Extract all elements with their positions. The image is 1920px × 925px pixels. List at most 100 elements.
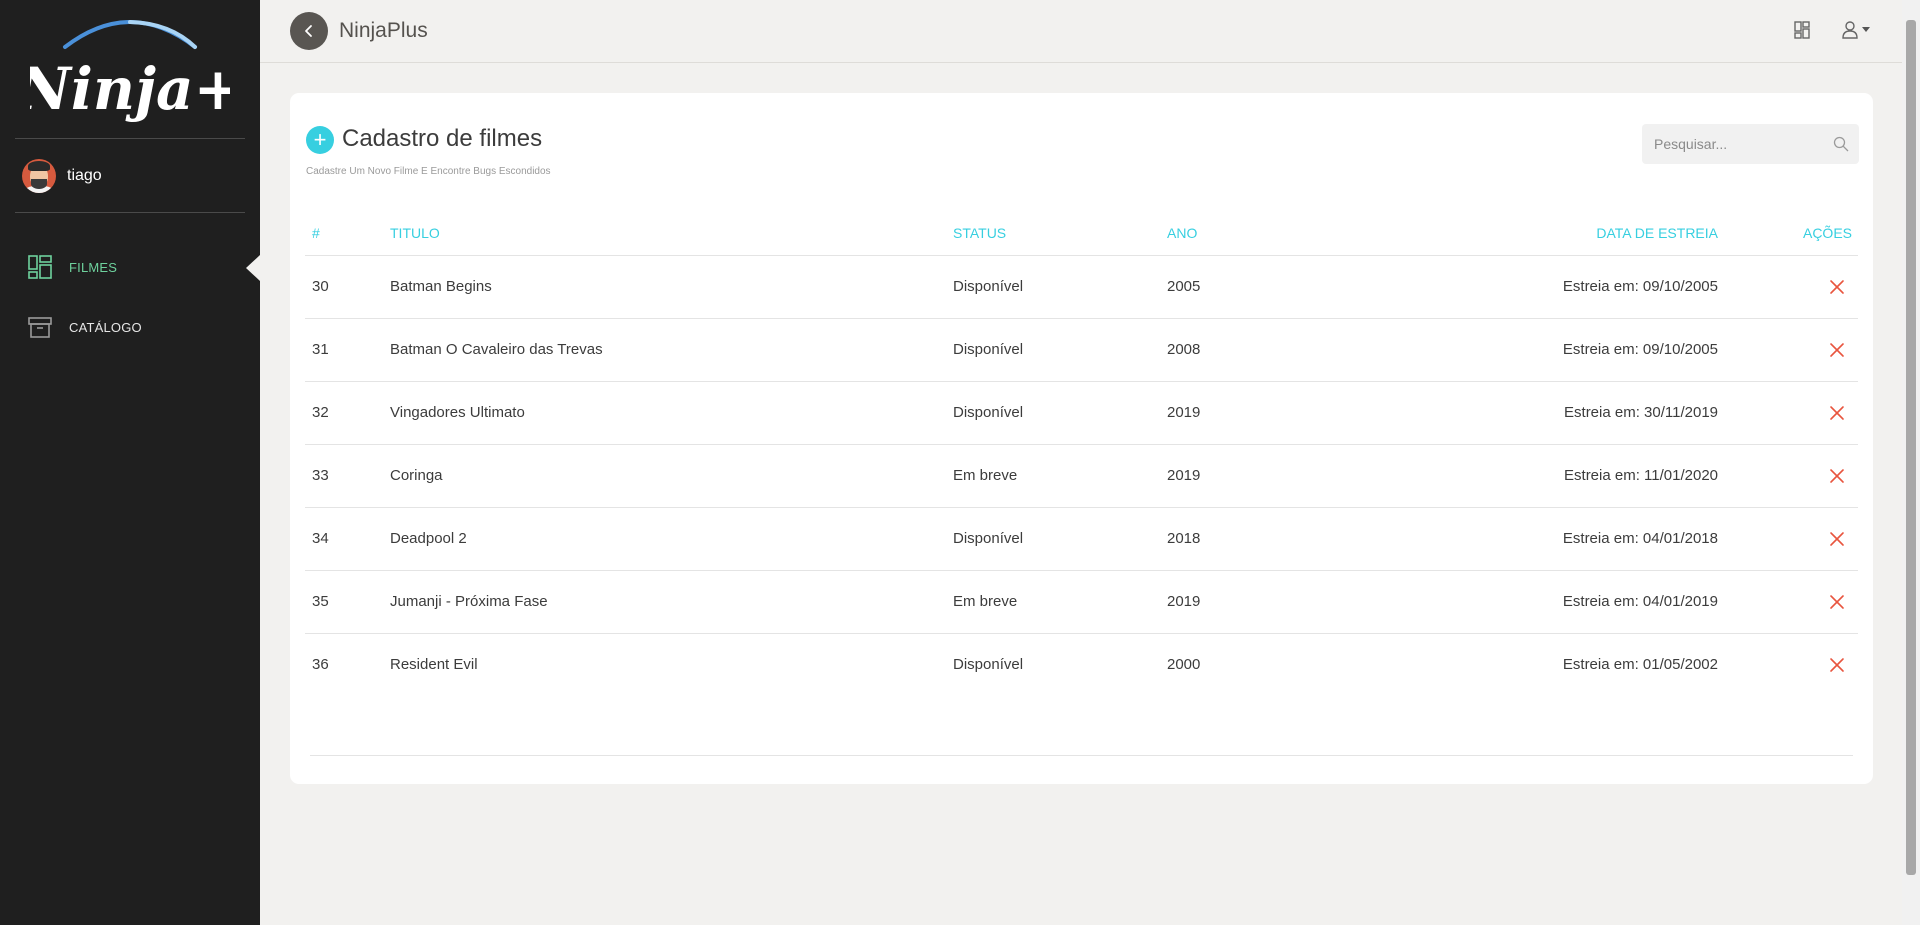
plus-icon: + [313, 127, 327, 152]
delete-icon[interactable] [1828, 404, 1846, 422]
logo-text: Ninja+ [30, 55, 230, 123]
search-box [1642, 124, 1859, 164]
cell-id: 34 [305, 507, 383, 571]
sidebar-item-label: CATÁLOGO [69, 319, 142, 335]
cell-release-date: Estreia em: 04/01/2019 [1300, 570, 1718, 634]
delete-icon[interactable] [1828, 341, 1846, 359]
column-header-year[interactable]: ANO [1160, 211, 1300, 256]
cell-status: Disponível [946, 255, 1160, 319]
table-row[interactable]: 32 Vingadores Ultimato Disponível 2019 Estre… [305, 381, 1858, 445]
cell-status: Em breve [946, 444, 1160, 508]
user-menu[interactable] [1842, 21, 1870, 39]
delete-icon[interactable] [1828, 278, 1846, 296]
cell-title: Vingadores Ultimato [383, 381, 946, 445]
add-movie-button[interactable]: + [306, 126, 334, 154]
cell-actions [1718, 570, 1858, 634]
cell-year: 2000 [1167, 656, 1201, 674]
cell-id: 35 [305, 570, 383, 634]
search-icon[interactable] [1833, 136, 1849, 152]
sidebar-nav: FILMES CATÁLOGO [0, 237, 260, 357]
ninja-plus-logo: Ninja+ [30, 19, 230, 123]
column-header-status[interactable]: STATUS [946, 211, 1160, 256]
back-button[interactable] [290, 12, 328, 50]
page-title: Cadastro de filmes [342, 124, 543, 152]
column-header-id[interactable]: # [305, 211, 383, 256]
caret-down-icon [1862, 27, 1870, 32]
cell-id: 30 [305, 255, 383, 319]
table-row[interactable]: 35 Jumanji - Próxima Fase Em breve 2019 Estr… [305, 570, 1858, 634]
cell-release-date: Estreia em: 09/10/2005 [1300, 255, 1718, 319]
cell-actions [1718, 381, 1858, 445]
avatar [22, 158, 56, 193]
user-profile[interactable]: tiago [15, 139, 245, 213]
user-name: tiago [67, 166, 102, 184]
layout-grid-icon[interactable] [1794, 21, 1810, 39]
back-arrow-icon [305, 25, 312, 37]
cell-status: Disponível [953, 656, 1024, 674]
card-header: + Cadastro de filmes Cadastre Um Novo Fi… [306, 123, 551, 177]
sidebar-item-filmes[interactable]: FILMES [0, 237, 260, 297]
table-row[interactable]: 34 Deadpool 2 Disponível 2018 Estreia em: 04… [305, 507, 1858, 571]
page-subtitle: Cadastre Um Novo Filme E Encontre Bugs E… [306, 166, 551, 177]
cell-status: Disponível [946, 507, 1160, 571]
page-scrollbar[interactable] [1902, 0, 1920, 925]
topbar: NinjaPlus [260, 0, 1902, 63]
sidebar: Ninja+ tiago FILMES C [0, 0, 260, 925]
cell-release-date: Estreia em: 11/01/2020 [1300, 444, 1718, 508]
cell-id: 31 [305, 318, 383, 382]
table-header-row: # TITULO STATUS ANO DATA DE ESTREIA AÇÕE… [305, 211, 1858, 256]
cell-actions [1718, 633, 1858, 696]
archive-box-icon [28, 317, 52, 338]
delete-icon[interactable] [1828, 656, 1846, 674]
cell-title: Batman O Cavaleiro das Trevas [383, 318, 946, 382]
sidebar-item-catalogo[interactable]: CATÁLOGO [0, 297, 260, 357]
cell-year: 2018 [1160, 507, 1300, 571]
movies-table: # TITULO STATUS ANO DATA DE ESTREIA AÇÕE… [305, 211, 1858, 696]
delete-icon[interactable] [1828, 593, 1846, 611]
cell-id: 33 [305, 444, 383, 508]
cell-year: 2008 [1160, 318, 1300, 382]
cell-release-date: Estreia em: 04/01/2018 [1300, 507, 1718, 571]
cell-year: 2019 [1160, 381, 1300, 445]
sidebar-item-label: FILMES [69, 259, 118, 275]
app-title: NinjaPlus [339, 19, 428, 42]
cell-title: Jumanji - Próxima Fase [383, 570, 946, 634]
table-row[interactable]: 31 Batman O Cavaleiro das Trevas Disponíve… [305, 318, 1858, 382]
dashboard-grid-icon [28, 255, 52, 279]
cell-title: Resident Evil [390, 656, 478, 674]
table-footer-divider [310, 755, 1853, 756]
table-row[interactable]: 33 Coringa Em breve 2019 Estreia em: 11/01/2… [305, 444, 1858, 508]
scrollbar-thumb[interactable] [1906, 20, 1916, 875]
logo[interactable]: Ninja+ [15, 0, 245, 139]
cell-year: 2005 [1160, 255, 1300, 319]
cell-title: Batman Begins [383, 255, 946, 319]
search-input[interactable] [1642, 136, 1822, 152]
column-header-release-date[interactable]: DATA DE ESTREIA [1300, 211, 1718, 256]
cell-title: Coringa [383, 444, 946, 508]
cell-release-date: Estreia em: 30/11/2019 [1300, 381, 1718, 445]
column-header-title[interactable]: TITULO [383, 211, 946, 256]
table-body: 30 Batman Begins Disponível 2005 Estreia em:… [305, 255, 1858, 696]
column-header-actions: AÇÕES [1718, 211, 1858, 256]
cell-release-date: Estreia em: 09/10/2005 [1300, 318, 1718, 382]
cell-title: Deadpool 2 [383, 507, 946, 571]
cell-year: 2019 [1160, 444, 1300, 508]
cell-release-date: Estreia em: 01/05/2002 [1562, 656, 1718, 674]
cell-id: 36 [312, 656, 329, 674]
cell-year: 2019 [1160, 570, 1300, 634]
cell-status: Disponível [946, 381, 1160, 445]
cell-actions [1718, 318, 1858, 382]
delete-icon[interactable] [1828, 530, 1846, 548]
cell-id: 32 [305, 381, 383, 445]
table-row[interactable]: 36 Resident Evil Disponível 2000 Estreia em:… [305, 633, 1858, 696]
cell-actions [1718, 507, 1858, 571]
cell-actions [1718, 255, 1858, 319]
user-icon [1842, 21, 1858, 39]
cell-status: Disponível [946, 318, 1160, 382]
movies-card: + Cadastro de filmes Cadastre Um Novo Fi… [290, 93, 1873, 784]
cell-status: Em breve [946, 570, 1160, 634]
table-row[interactable]: 30 Batman Begins Disponível 2005 Estreia em:… [305, 255, 1858, 319]
topbar-actions [1794, 21, 1870, 39]
delete-icon[interactable] [1828, 467, 1846, 485]
cell-actions [1718, 444, 1858, 508]
